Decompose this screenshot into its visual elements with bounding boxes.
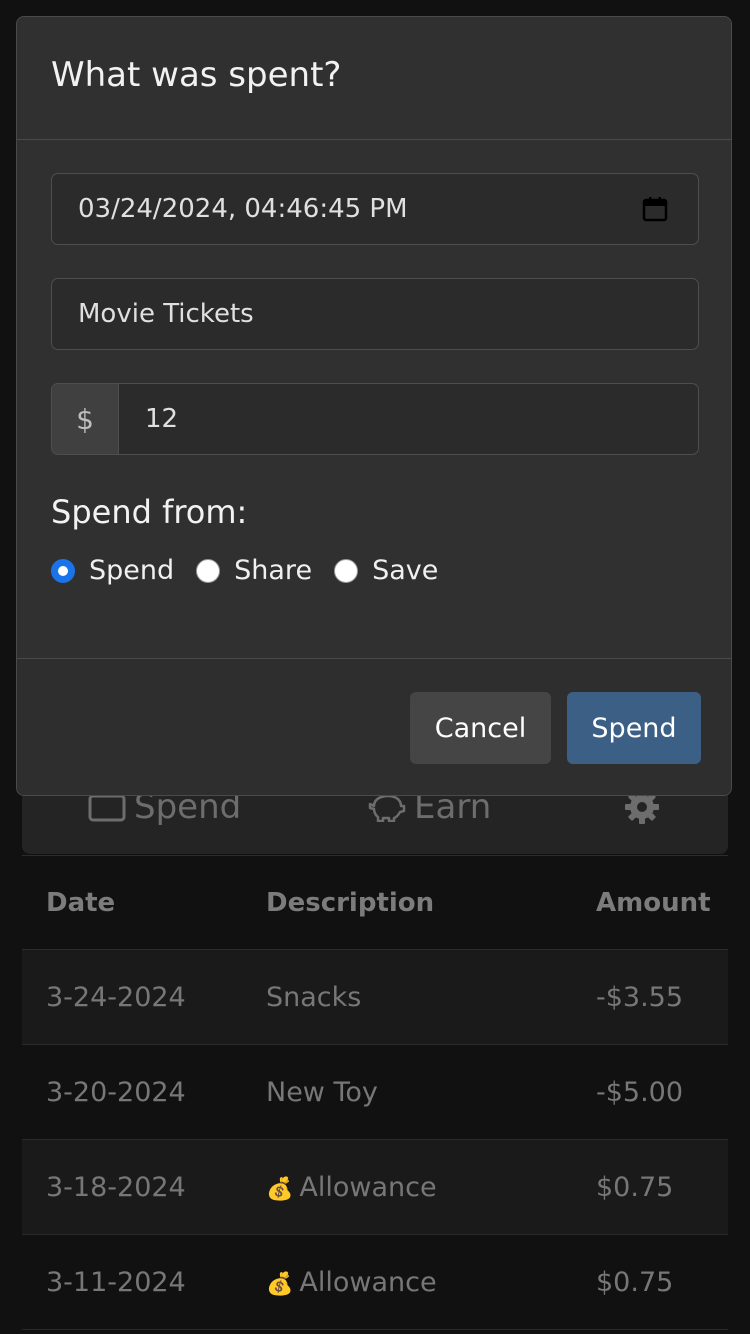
radio-save[interactable] bbox=[334, 558, 359, 583]
currency-symbol: $ bbox=[51, 383, 119, 455]
description-input[interactable]: Movie Tickets bbox=[51, 278, 699, 350]
column-header-description: Description bbox=[266, 887, 435, 918]
column-header-date: Date bbox=[46, 887, 116, 918]
amount-input-group: $ 12 bbox=[51, 383, 699, 455]
row-date: 3-11-2024 bbox=[46, 1266, 186, 1298]
piggy-bank-icon bbox=[368, 794, 406, 822]
cancel-button[interactable]: Cancel bbox=[410, 692, 551, 764]
column-header-amount: Amount bbox=[596, 887, 711, 918]
date-time-input[interactable]: 03/24/2024, 04:46:45 PM bbox=[51, 173, 699, 245]
amount-value: 12 bbox=[145, 404, 179, 434]
radio-label-share[interactable]: Share bbox=[234, 555, 312, 586]
row-amount: -$5.00 bbox=[596, 1076, 684, 1108]
row-description-text: Allowance bbox=[299, 1266, 437, 1298]
radio-option-save[interactable]: Save bbox=[334, 555, 438, 586]
description-value: Movie Tickets bbox=[78, 299, 254, 329]
money-bag-icon: 💰 bbox=[266, 1271, 294, 1297]
table-row[interactable]: 3-11-2024 💰 Allowance $0.75 bbox=[22, 1235, 728, 1330]
spend-submit-button[interactable]: Spend bbox=[567, 692, 701, 764]
row-date: 3-20-2024 bbox=[46, 1076, 186, 1108]
radio-spend[interactable] bbox=[51, 558, 75, 583]
row-description: Snacks bbox=[266, 981, 362, 1013]
table-row[interactable]: 3-20-2024 New Toy -$5.00 bbox=[22, 1045, 728, 1140]
row-amount: -$3.55 bbox=[596, 981, 684, 1013]
radio-label-save[interactable]: Save bbox=[372, 555, 438, 586]
row-date: 3-24-2024 bbox=[46, 981, 186, 1013]
date-time-value: 03/24/2024, 04:46:45 PM bbox=[78, 194, 408, 224]
row-description: New Toy bbox=[266, 1076, 378, 1108]
row-description: 💰 Allowance bbox=[266, 1172, 437, 1203]
row-amount: $0.75 bbox=[596, 1171, 674, 1203]
calendar-icon[interactable] bbox=[642, 196, 668, 222]
radio-option-spend[interactable]: Spend bbox=[51, 555, 174, 586]
table-header: Date Description Amount bbox=[22, 855, 728, 950]
amount-input[interactable]: 12 bbox=[119, 383, 699, 455]
radio-share[interactable] bbox=[196, 558, 221, 583]
row-date: 3-18-2024 bbox=[46, 1171, 186, 1203]
money-bag-icon: 💰 bbox=[266, 1176, 294, 1202]
row-description: 💰 Allowance bbox=[266, 1267, 437, 1298]
table-row[interactable]: 3-24-2024 Snacks -$3.55 bbox=[22, 950, 728, 1045]
spend-from-label: Spend from: bbox=[51, 493, 248, 531]
row-amount: $0.75 bbox=[596, 1266, 674, 1298]
spend-dialog: What was spent? 03/24/2024, 04:46:45 PM … bbox=[16, 16, 732, 796]
dialog-footer: Cancel Spend bbox=[17, 658, 731, 795]
dialog-title: What was spent? bbox=[51, 55, 342, 95]
table-row[interactable]: 3-18-2024 💰 Allowance $0.75 bbox=[22, 1140, 728, 1235]
dialog-header: What was spent? bbox=[17, 17, 731, 140]
radio-label-spend[interactable]: Spend bbox=[89, 555, 174, 586]
wallet-icon bbox=[88, 794, 126, 822]
radio-option-share[interactable]: Share bbox=[196, 555, 312, 586]
row-description-text: Allowance bbox=[299, 1171, 437, 1203]
transactions-table: Date Description Amount 3-24-2024 Snacks… bbox=[22, 855, 728, 1330]
spend-from-radio-group: Spend Share Save bbox=[51, 555, 460, 586]
